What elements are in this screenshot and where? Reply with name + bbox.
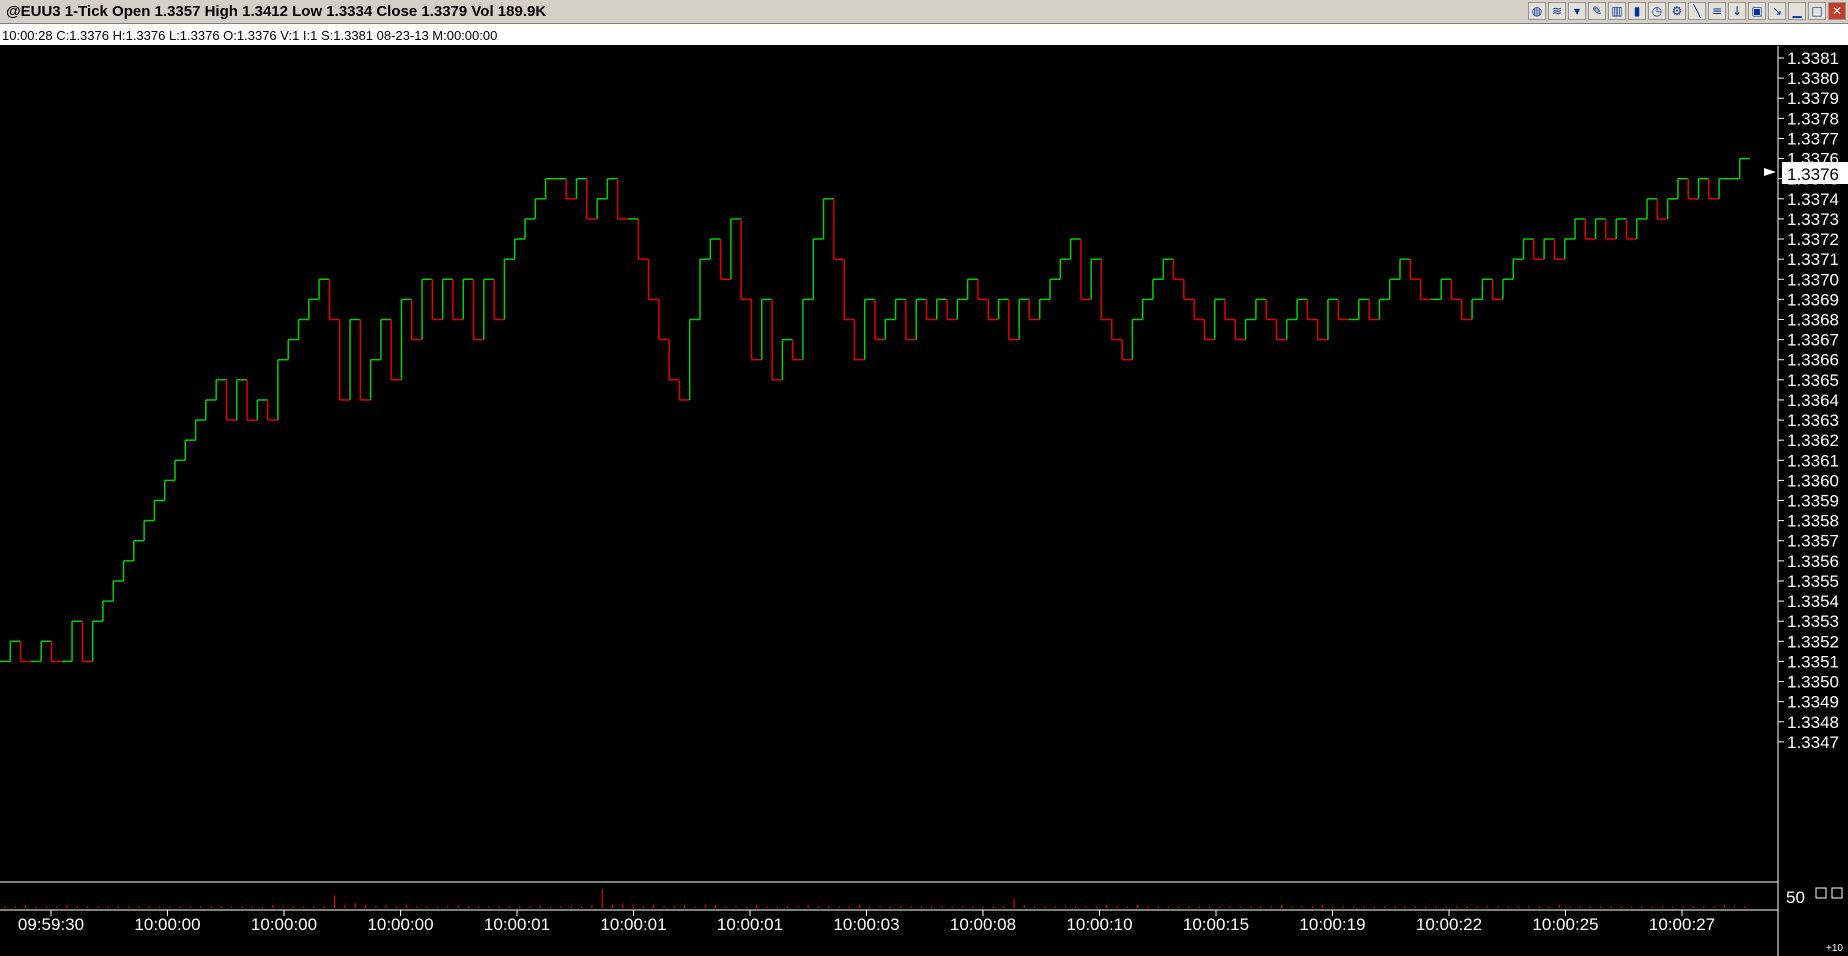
price-tick-label: 1.3372 — [1787, 230, 1839, 249]
price-tick-label: 1.3353 — [1787, 612, 1839, 631]
price-tick-label: 1.3371 — [1787, 250, 1839, 269]
line-tool-icon[interactable]: ╲ — [1688, 2, 1706, 20]
price-tick-label: 1.3350 — [1787, 673, 1839, 692]
window-title: @EUU3 1-Tick Open 1.3357 High 1.3412 Low… — [6, 3, 547, 20]
time-tick-label: 10:00:27 — [1649, 915, 1715, 934]
window-titlebar: @EUU3 1-Tick Open 1.3357 High 1.3412 Low… — [0, 0, 1848, 24]
stack-icon[interactable]: ≋ — [1548, 2, 1566, 20]
price-tick-label: 1.3368 — [1787, 310, 1839, 329]
price-tick-label: 1.3380 — [1787, 69, 1839, 88]
price-tick-label: 1.3364 — [1787, 391, 1839, 410]
price-tick-label: 1.3358 — [1787, 512, 1839, 531]
time-tick-label: 10:00:00 — [367, 915, 433, 934]
price-tick-label: 1.3366 — [1787, 351, 1839, 370]
time-tick-label: 10:00:25 — [1532, 915, 1598, 934]
price-tick-label: 1.3370 — [1787, 270, 1839, 289]
price-tick-label: 1.3365 — [1787, 371, 1839, 390]
draw-icon[interactable]: ✎ — [1588, 2, 1606, 20]
time-tick-label: 09:59:30 — [18, 915, 84, 934]
time-tick-label: 10:00:10 — [1066, 915, 1132, 934]
time-tick-label: 10:00:00 — [134, 915, 200, 934]
price-tick-label: 1.3377 — [1787, 129, 1839, 148]
price-tick-label: 1.3374 — [1787, 190, 1839, 209]
price-tick-label: 1.3355 — [1787, 572, 1839, 591]
price-tick-label: 1.3356 — [1787, 552, 1839, 571]
maximize-icon[interactable]: □ — [1808, 2, 1826, 20]
pane-toggle-icon[interactable] — [1815, 887, 1827, 899]
time-tick-label: 10:00:01 — [717, 915, 783, 934]
price-tick-label: 1.3354 — [1787, 592, 1839, 611]
price-tick-label: 1.3381 — [1787, 49, 1839, 68]
current-price-label: 1.3376 — [1787, 165, 1839, 184]
arrow-down-icon[interactable]: ↓ — [1728, 2, 1746, 20]
chart-toolbar: ◍ ≋ ▾ ✎ ▥ ▮ ◷ ⚙ ╲ ≡ ↓ ▣ ↘ ▁ □ ✕ — [1528, 2, 1846, 22]
price-tick-label: 1.3369 — [1787, 290, 1839, 309]
price-chart[interactable]: 1.33811.33801.33791.33781.3377 1.3376 1.33… — [0, 46, 1848, 956]
bar-chart-icon[interactable]: ▥ — [1608, 2, 1626, 20]
volume-scale-note: +10 — [1826, 943, 1843, 954]
plot-area — [0, 46, 1778, 910]
price-tick-label: 1.3362 — [1787, 431, 1839, 450]
time-tick-label: 10:00:15 — [1183, 915, 1249, 934]
chart-settings-icon[interactable]: ⚙ — [1668, 2, 1686, 20]
price-tick-label: 1.3352 — [1787, 632, 1839, 651]
minimize-icon[interactable]: ▁ — [1788, 2, 1806, 20]
fib-tool-icon[interactable]: ≡ — [1708, 2, 1726, 20]
candle-icon[interactable]: ▮ — [1628, 2, 1646, 20]
world-icon[interactable]: ◍ — [1528, 2, 1546, 20]
pane-toggle-icon[interactable] — [1831, 887, 1843, 899]
time-tick-label: 10:00:00 — [251, 915, 317, 934]
price-tick-label: 1.3367 — [1787, 331, 1839, 350]
close-icon[interactable]: ✕ — [1828, 2, 1846, 20]
time-tick-label: 10:00:01 — [484, 915, 550, 934]
price-tick-label: 1.3347 — [1787, 733, 1839, 752]
time-tick-label: 10:00:22 — [1416, 915, 1482, 934]
price-tick-label: 1.3378 — [1787, 109, 1839, 128]
time-tick-label: 10:00:08 — [950, 915, 1016, 934]
price-tick-label: 1.3351 — [1787, 652, 1839, 671]
time-tick-label: 10:00:01 — [600, 915, 666, 934]
price-tick-label: 1.3349 — [1787, 693, 1839, 712]
data-readout: 10:00:28 C:1.3376 H:1.3376 L:1.3376 O:1.… — [2, 28, 498, 43]
trash-icon[interactable]: ▣ — [1748, 2, 1766, 20]
price-tick-label: 1.3348 — [1787, 713, 1839, 732]
price-tick-label: 1.3359 — [1787, 492, 1839, 511]
price-tick-label: 1.3363 — [1787, 411, 1839, 430]
clock-icon[interactable]: ◷ — [1648, 2, 1666, 20]
time-tick-label: 10:00:19 — [1299, 915, 1365, 934]
time-axis: 09:59:30 10:00:00 10:00:00 10:00:00 10:00:01… — [18, 910, 1715, 934]
price-axis: 1.33811.33801.33791.33781.3377 1.3376 1.33… — [1778, 49, 1839, 752]
pin-icon[interactable]: ↘ — [1768, 2, 1786, 20]
volume-axis-label: 50 — [1786, 888, 1805, 907]
price-tick-label: 1.3361 — [1787, 451, 1839, 470]
price-tick-label: 1.3379 — [1787, 89, 1839, 108]
price-tick-label: 1.3357 — [1787, 532, 1839, 551]
data-readout-bar: 10:00:28 C:1.3376 H:1.3376 L:1.3376 O:1.… — [0, 24, 1848, 46]
price-tick-label: 1.3360 — [1787, 471, 1839, 490]
time-tick-label: 10:00:03 — [833, 915, 899, 934]
filter-icon[interactable]: ▾ — [1568, 2, 1586, 20]
price-tick-label: 1.3373 — [1787, 210, 1839, 229]
